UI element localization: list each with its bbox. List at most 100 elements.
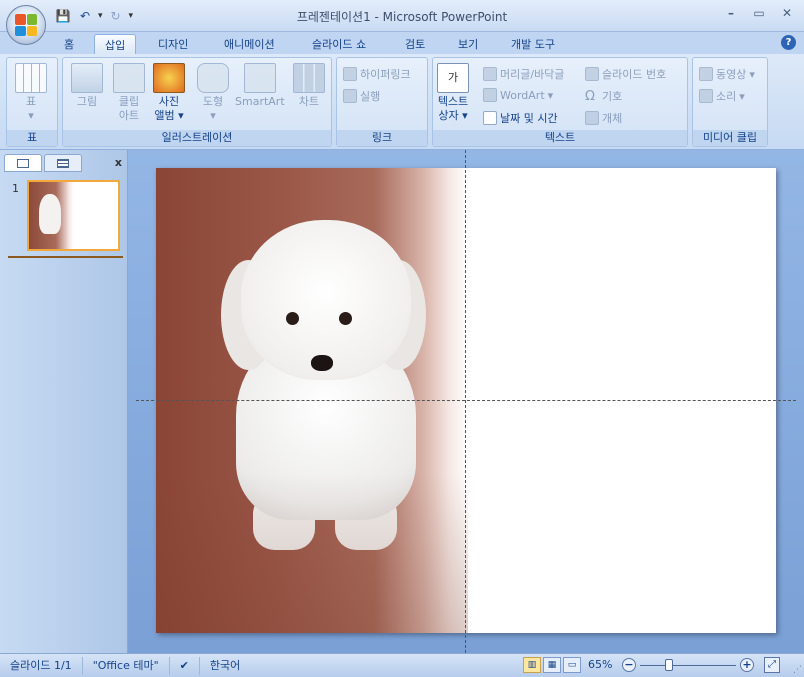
dog-eye-left [286,312,299,325]
sound-button[interactable]: 소리 ▾ [699,88,745,104]
picture-button[interactable]: 그림 [71,63,103,109]
dog-illustration [221,220,426,550]
normal-view-button[interactable]: ▥ [523,657,541,673]
picture-label: 그림 [76,95,98,108]
tab-review[interactable]: 검토 [395,34,435,54]
datetime-icon [483,111,497,125]
group-media: 동영상 ▾ 소리 ▾ 미디어 클립 [692,57,768,147]
symbol-button[interactable]: Ω 기호 [585,88,622,104]
group-illustrations: 그림 클립 아트 사진 앨범 ▾ 도형 ▾ SmartArt 차트 일러스트레이션 [62,57,332,147]
tab-view[interactable]: 보기 [448,34,488,54]
photo-album-button[interactable]: 사진 앨범 ▾ [153,63,185,123]
fit-to-window-button[interactable]: ⤢ [764,657,780,673]
group-text: 가 텍스트 상자 ▾ 머리글/바닥글 WordArt ▾ 날짜 및 시간 슬라이… [432,57,688,147]
tab-insert[interactable]: 삽입 [94,34,137,54]
minimize-button[interactable]: – [722,6,740,22]
textbox-label-1: 텍스트 [437,95,469,108]
slide-number-icon [585,67,599,81]
photo-album-icon [153,63,185,93]
tab-animations[interactable]: 애니메이션 [214,34,285,54]
sound-icon [699,89,713,103]
object-label: 개체 [602,112,623,125]
group-label-text: 텍스트 [433,130,687,146]
tab-slideshow[interactable]: 슬라이드 쇼 [302,34,376,54]
tab-home[interactable]: 홈 [54,34,84,54]
zoom-level[interactable]: 65% [588,658,612,671]
movie-button[interactable]: 동영상 ▾ [699,66,755,82]
textbox-icon: 가 [437,63,469,93]
zoom-slider-thumb[interactable] [665,659,674,671]
vertical-guide[interactable] [465,150,466,653]
resize-grip-icon[interactable]: ⋰ [793,665,802,675]
slides-panel: x 1 [0,150,128,653]
symbol-label: 기호 [602,90,623,103]
slide-indicator: 슬라이드 1/1 [0,656,83,675]
zoom-out-button[interactable]: − [622,658,636,672]
album-label-1: 사진 [158,95,180,108]
datetime-button[interactable]: 날짜 및 시간 [483,110,558,126]
maximize-button[interactable]: ▭ [750,6,768,22]
shapes-icon [197,63,229,93]
status-bar: 슬라이드 1/1 "Office 테마" ✔ 한국어 ▥ ▦ ▭ 65% − +… [0,653,804,677]
shapes-label: 도형 [202,95,224,108]
spell-check-icon[interactable]: ✔ [170,656,200,675]
textbox-button[interactable]: 가 텍스트 상자 ▾ [437,63,469,123]
slide-sorter-button[interactable]: ▦ [543,657,561,673]
chart-button[interactable]: 차트 [293,63,325,109]
header-footer-button[interactable]: 머리글/바닥글 [483,66,564,82]
datetime-label: 날짜 및 시간 [500,112,558,125]
object-button[interactable]: 개체 [585,110,622,126]
table-button[interactable]: 표 ▾ [15,63,47,123]
dog-leg-right [335,490,397,550]
clipart-label-1: 클립 [118,95,140,108]
language-indicator[interactable]: 한국어 [200,657,250,675]
clipart-label-2: 아트 [118,109,140,122]
office-button[interactable] [6,5,46,45]
tab-developer[interactable]: 개발 도구 [501,34,565,54]
hyperlink-button[interactable]: 하이퍼링크 [343,66,411,82]
ribbon: 표 ▾ 표 그림 클립 아트 사진 앨범 ▾ 도형 ▾ SmartArt 차트 … [0,54,804,150]
clipart-button[interactable]: 클립 아트 [113,63,145,123]
wordart-label: WordArt [500,88,545,102]
group-label-illustrations: 일러스트레이션 [63,130,331,146]
theme-name[interactable]: "Office 테마" [83,656,170,675]
zoom-in-button[interactable]: + [740,658,754,672]
tab-outline[interactable] [44,154,82,172]
help-icon[interactable]: ? [781,35,796,50]
slideshow-view-button[interactable]: ▭ [563,657,581,673]
zoom-slider-track[interactable] [640,665,736,666]
tab-slides[interactable] [4,154,42,172]
table-label: 표 [25,95,37,108]
action-icon [343,89,357,103]
ribbon-tabs: 홈 삽입 디자인 애니메이션 슬라이드 쇼 검토 보기 개발 도구 ? [0,32,804,54]
group-label-media: 미디어 클립 [693,130,767,146]
window-title: 프레젠테이션1 - Microsoft PowerPoint [296,10,508,24]
dog-leg-left [253,490,315,550]
group-label-links: 링크 [337,130,427,146]
hyperlink-label: 하이퍼링크 [360,68,411,81]
smartart-button[interactable]: SmartArt [235,63,285,109]
office-logo-icon [15,14,37,36]
header-footer-label: 머리글/바닥글 [500,68,565,81]
close-button[interactable]: ✕ [778,6,796,22]
slides-tab-icon [17,159,29,168]
wordart-button[interactable]: WordArt ▾ [483,88,553,102]
action-button[interactable]: 실행 [343,88,380,104]
panel-close-button[interactable]: x [115,156,122,169]
shapes-button[interactable]: 도형 ▾ [197,63,229,123]
slide-thumbnail[interactable] [27,180,120,251]
smartart-icon [243,63,276,93]
smartart-label: SmartArt [235,95,285,108]
slide-number-button[interactable]: 슬라이드 번호 [585,66,666,82]
horizontal-guide[interactable] [136,400,796,401]
tab-design[interactable]: 디자인 [148,34,198,54]
hyperlink-icon [343,67,357,81]
wordart-icon [483,88,497,102]
movie-icon [699,67,713,81]
omega-icon: Ω [585,88,595,104]
textbox-label-2: 상자 [438,109,459,122]
table-icon [15,63,47,93]
album-label-2: 앨범 [154,109,175,122]
chart-label: 차트 [298,95,320,108]
insertion-marker [8,256,123,258]
